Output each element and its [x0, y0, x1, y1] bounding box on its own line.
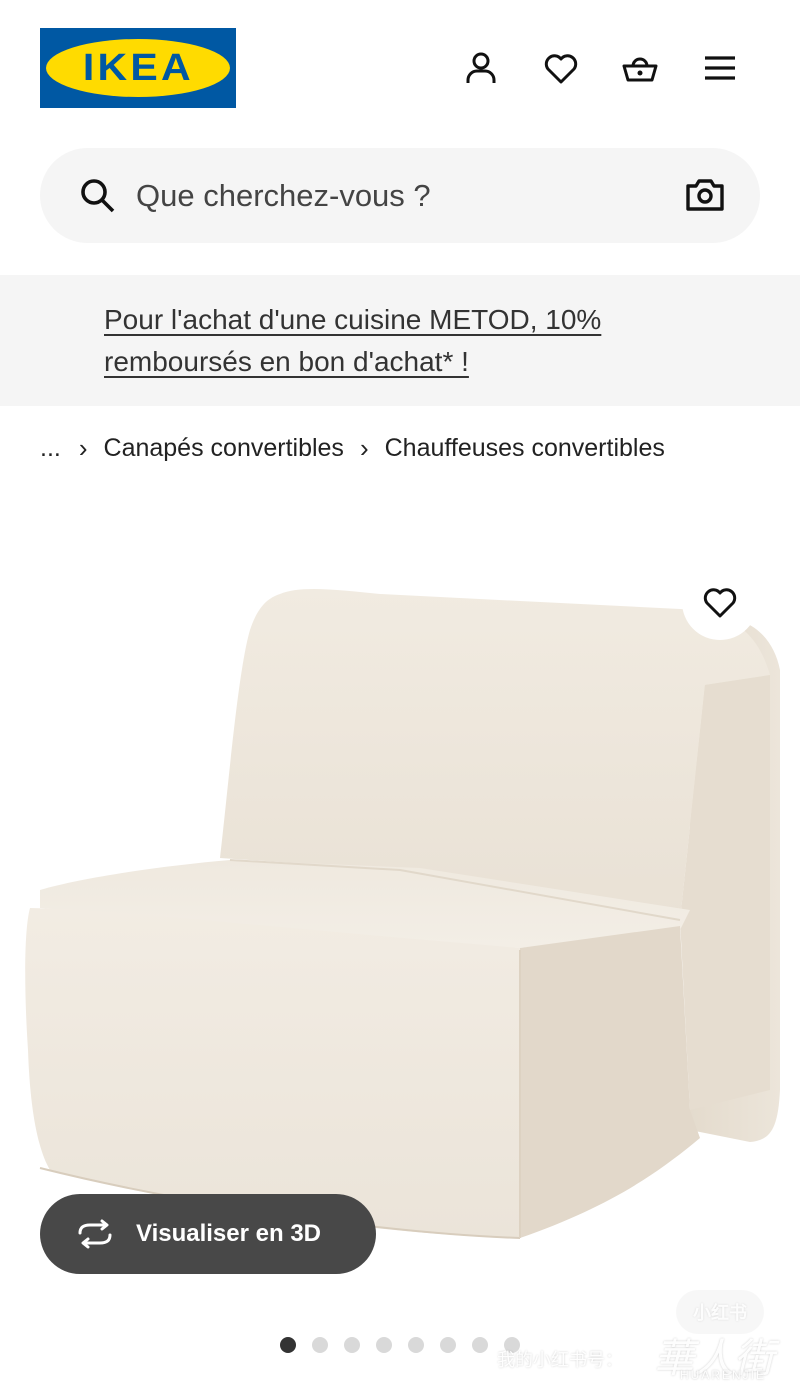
carousel-dot[interactable] — [408, 1337, 424, 1353]
view-in-3d-label: Visualiser en 3D — [136, 1220, 321, 1247]
carousel-dot[interactable] — [312, 1337, 328, 1353]
watermark-text: 我的小红书号： — [497, 1350, 623, 1370]
search-icon — [78, 176, 118, 216]
breadcrumb-ellipsis[interactable]: ... — [40, 434, 61, 463]
shopping-basket-icon[interactable] — [618, 46, 662, 90]
watermark-logo-small: HUARENJIE — [680, 1368, 767, 1382]
carousel-dot[interactable] — [280, 1337, 296, 1353]
chevron-right-icon: › — [359, 432, 369, 463]
hamburger-menu-icon[interactable] — [698, 46, 742, 90]
carousel-dot[interactable] — [472, 1337, 488, 1353]
search-bar[interactable] — [40, 148, 760, 243]
breadcrumb-item[interactable]: Chauffeuses convertibles — [385, 434, 665, 463]
header: IKEA — [0, 0, 800, 140]
carousel-dot[interactable] — [440, 1337, 456, 1353]
heart-icon[interactable] — [539, 46, 583, 90]
promo-link[interactable]: Pour l'achat d'une cuisine METOD, 10% re… — [104, 299, 664, 383]
chevron-right-icon: › — [78, 432, 88, 463]
carousel-dots — [280, 1337, 520, 1353]
view-in-3d-button[interactable]: Visualiser en 3D — [40, 1194, 376, 1274]
logo-text: IKEA — [82, 46, 194, 89]
person-icon[interactable] — [459, 46, 503, 90]
ikea-logo[interactable]: IKEA — [40, 28, 236, 108]
promo-banner: Pour l'achat d'une cuisine METOD, 10% re… — [0, 275, 800, 619]
breadcrumb-item[interactable]: Canapés convertibles — [104, 434, 344, 463]
breadcrumb: ... › Canapés convertibles › Chauffeuses… — [40, 430, 665, 466]
add-to-favorites-button[interactable] — [682, 564, 758, 640]
camera-icon[interactable] — [684, 174, 728, 218]
search-input[interactable] — [136, 170, 656, 222]
watermark-logo: 華人街 HUARENJIE — [648, 1326, 788, 1390]
rotate-3d-icon — [74, 1219, 116, 1249]
logo-oval: IKEA — [46, 39, 230, 97]
carousel-dot[interactable] — [344, 1337, 360, 1353]
heart-icon — [703, 588, 737, 618]
carousel-dot[interactable] — [376, 1337, 392, 1353]
